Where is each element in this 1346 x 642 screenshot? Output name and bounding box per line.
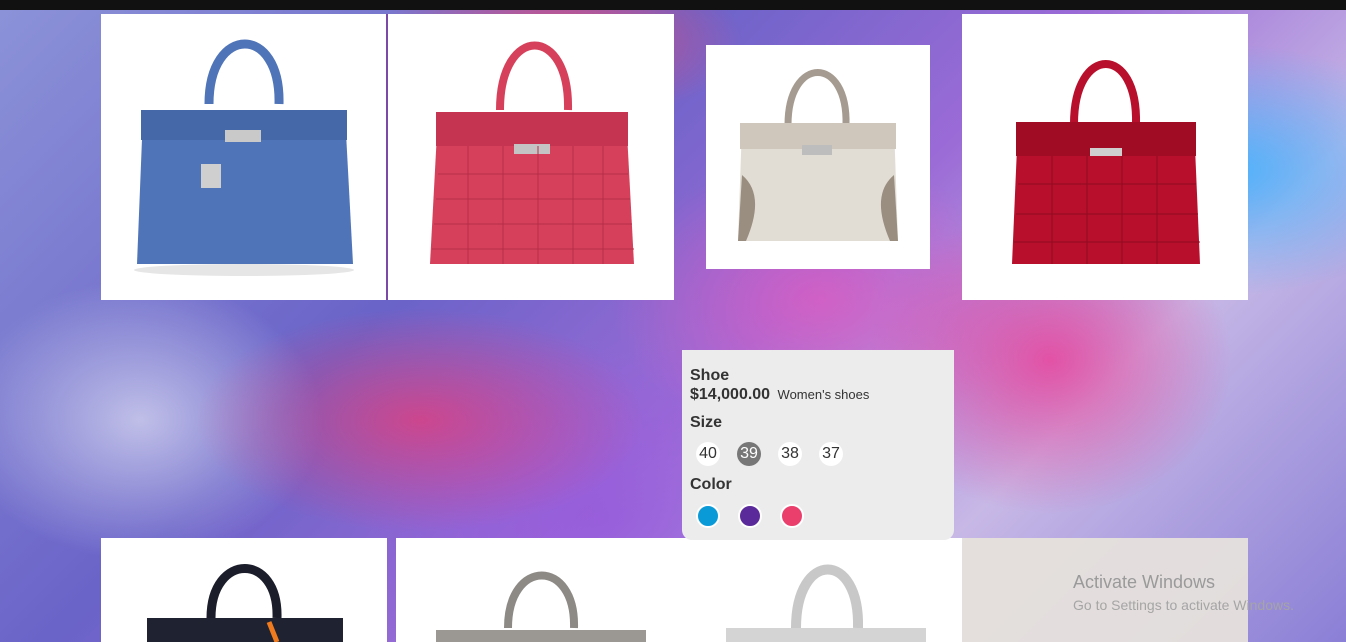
top-bar bbox=[0, 0, 1346, 10]
himalaya-bag-image bbox=[738, 69, 898, 241]
black-croc-bag-image bbox=[147, 564, 343, 642]
price-row: $14,000.00 Women's shoes bbox=[690, 386, 946, 404]
product-tile-himalaya-bag[interactable] bbox=[706, 45, 930, 269]
watermark-subtitle: Go to Settings to activate Windows. bbox=[1073, 597, 1294, 613]
grey-lizard-bag-image bbox=[436, 564, 926, 642]
color-swatch-pink[interactable] bbox=[780, 504, 804, 528]
product-title: Shoe bbox=[690, 367, 730, 384]
size-label: Size bbox=[690, 414, 723, 431]
product-tile-black-croc-bag[interactable] bbox=[101, 538, 387, 642]
color-swatch-purple[interactable] bbox=[738, 504, 762, 528]
size-option-40[interactable]: 40 bbox=[696, 442, 720, 466]
size-option-38[interactable]: 38 bbox=[778, 442, 802, 466]
pink-croc-bag-image bbox=[430, 41, 634, 264]
size-options: 40 39 38 37 bbox=[690, 442, 946, 466]
product-tile-red-croc-bag[interactable] bbox=[962, 14, 1248, 300]
product-tile-grey-lizard-bag[interactable] bbox=[396, 538, 962, 642]
product-category: Women's shoes bbox=[777, 387, 870, 402]
product-detail-card: Shoe $14,000.00 Women's shoes Size 40 39… bbox=[682, 350, 954, 540]
red-croc-bag-image bbox=[1012, 60, 1200, 264]
blue-bag-image bbox=[134, 39, 354, 276]
watermark-title: Activate Windows bbox=[1073, 572, 1216, 592]
color-swatch-blue[interactable] bbox=[696, 504, 720, 528]
size-option-37[interactable]: 37 bbox=[819, 442, 843, 466]
product-tile-blue-bag[interactable] bbox=[101, 14, 387, 300]
color-label: Color bbox=[690, 476, 732, 493]
size-option-39[interactable]: 39 bbox=[737, 442, 761, 466]
color-options bbox=[690, 504, 946, 528]
activate-windows-watermark: Activate Windows Go to Settings to activ… bbox=[962, 538, 1294, 642]
product-price: $14,000.00 bbox=[690, 386, 771, 403]
tile-divider bbox=[386, 14, 388, 300]
product-tile-pink-croc-bag[interactable] bbox=[388, 14, 674, 300]
